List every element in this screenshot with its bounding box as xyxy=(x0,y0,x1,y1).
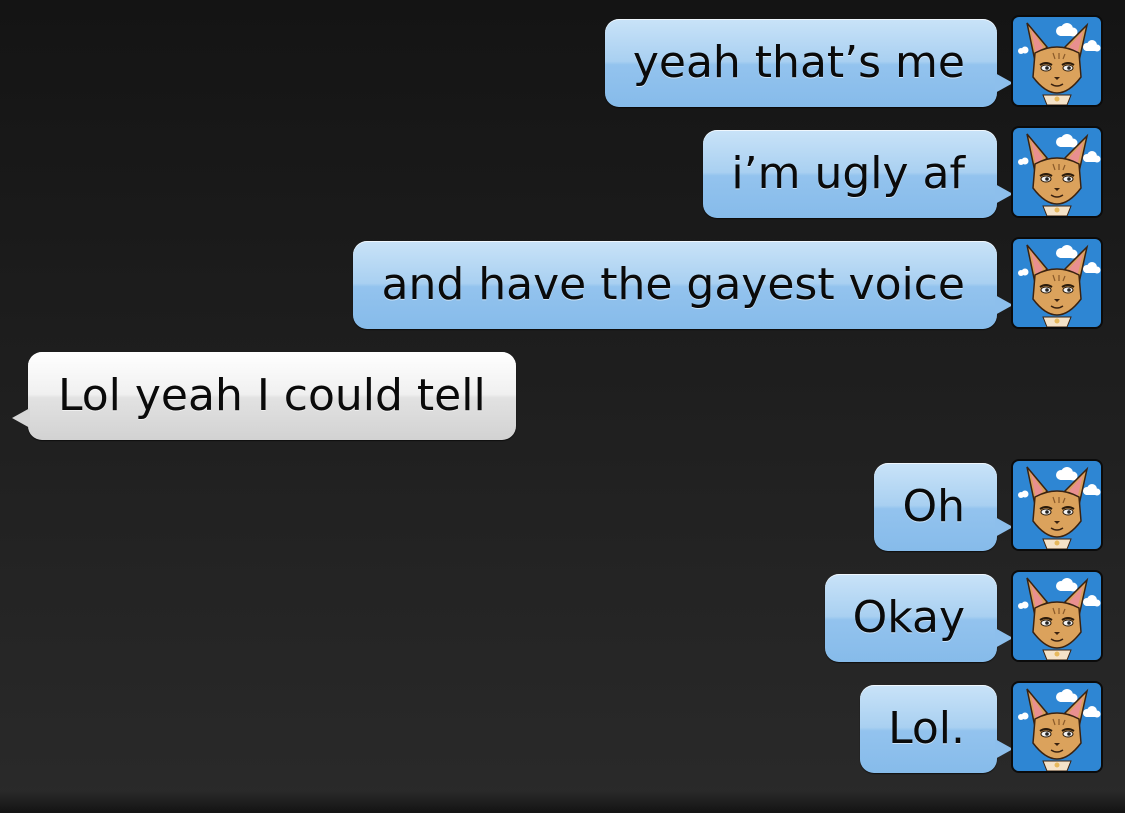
fox-character-avatar-icon xyxy=(1013,461,1101,549)
fox-character-avatar-icon xyxy=(1013,683,1101,771)
outgoing-message-bubble[interactable]: yeah that’s me xyxy=(604,19,1014,107)
outgoing-message-bubble[interactable]: Okay xyxy=(824,574,1014,662)
outgoing-message-bubble[interactable]: Oh xyxy=(874,463,1013,551)
fox-character-avatar-icon xyxy=(1013,17,1101,105)
outgoing-message-bubble[interactable]: i’m ugly af xyxy=(703,130,1013,218)
message-text: Oh xyxy=(902,481,965,532)
message-text: Lol. xyxy=(888,703,965,754)
message-text: yeah that’s me xyxy=(632,37,965,88)
incoming-message-bubble[interactable]: Lol yeah I could tell xyxy=(12,352,516,440)
fox-character-avatar-icon xyxy=(1013,572,1101,660)
message-thread: yeah that’s me i’m ugly af and have the … xyxy=(0,0,1125,813)
message-text: Okay xyxy=(852,592,965,643)
fox-character-avatar-icon xyxy=(1013,128,1101,216)
outgoing-message-bubble[interactable]: Lol. xyxy=(860,685,1013,773)
outgoing-message-bubble[interactable]: and have the gayest voice xyxy=(353,241,1013,329)
fox-character-avatar-icon xyxy=(1013,239,1101,327)
message-text: Lol yeah I could tell xyxy=(58,370,486,421)
message-text: i’m ugly af xyxy=(731,148,965,199)
message-text: and have the gayest voice xyxy=(381,259,965,310)
bottom-edge-shadow xyxy=(0,791,1125,813)
